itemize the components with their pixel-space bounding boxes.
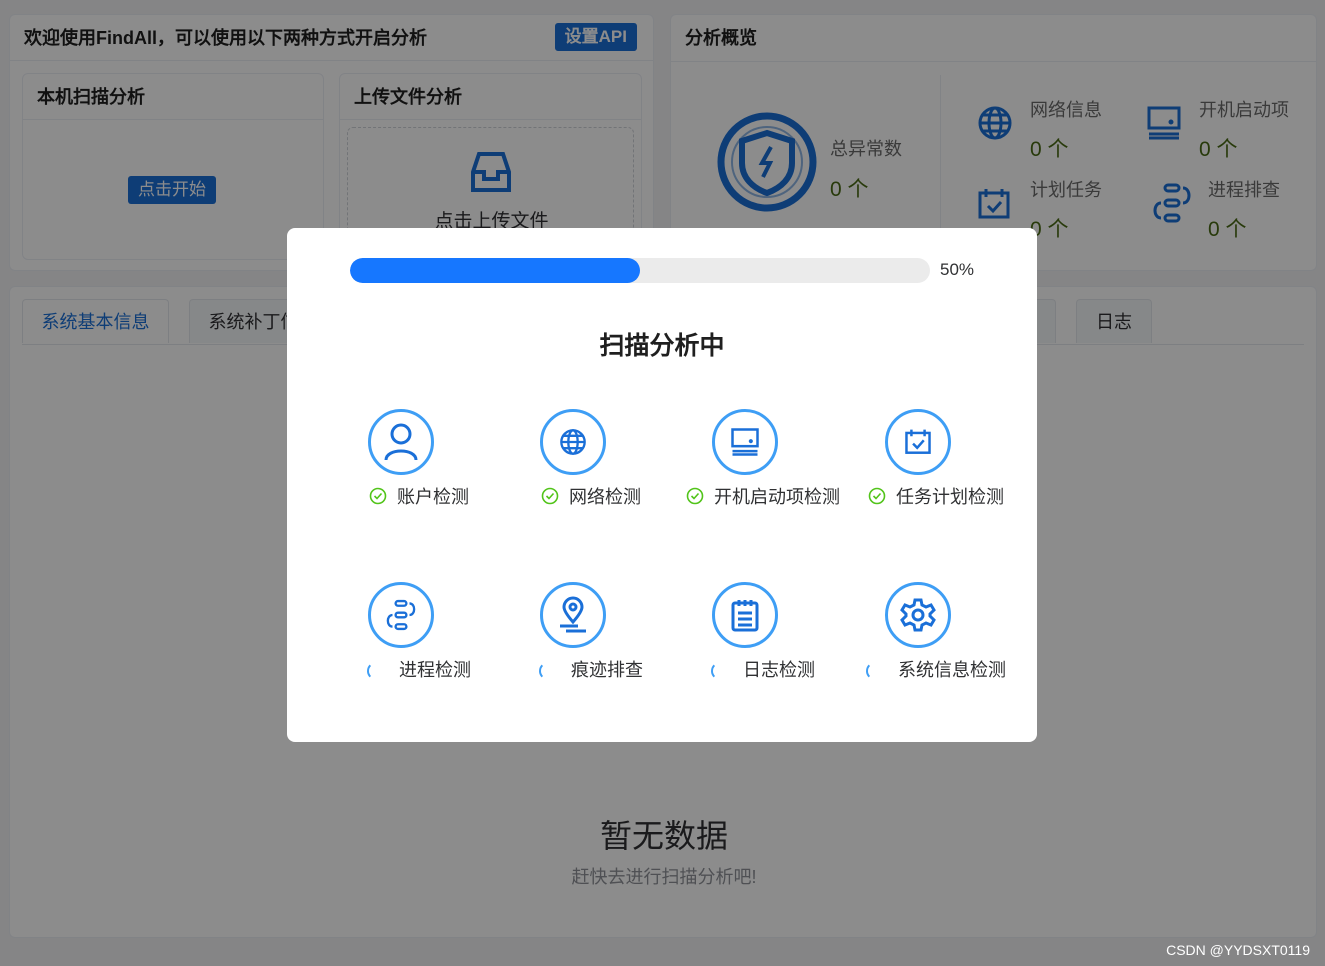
globe-icon [540, 409, 606, 475]
user-icon [368, 409, 434, 475]
check-item-log: 日志检测 [677, 582, 849, 692]
check-item-process: 进程检测 [333, 582, 505, 692]
check-item-network: 网络检测 [505, 409, 677, 519]
loading-spinner-icon [367, 662, 385, 681]
check-circle-icon [868, 487, 886, 510]
check-label-trace: 痕迹排查 [571, 660, 643, 680]
check-label-startup: 开机启动项检测 [714, 487, 840, 507]
modal-title: 扫描分析中 [599, 332, 725, 360]
check-item-startup: 开机启动项检测 [677, 409, 849, 519]
scan-progress-modal: 50% 扫描分析中 账户检测 网络检测 开机启动项检测 任务计划检测 进程检测 [287, 228, 1037, 742]
check-circle-icon [541, 487, 559, 510]
progress-percent: 50% [940, 260, 975, 279]
progress-bar-fill [350, 258, 640, 283]
check-label-network: 网络检测 [569, 487, 641, 507]
check-circle-icon [686, 487, 704, 510]
loading-spinner-icon [539, 662, 557, 681]
monitor-icon [712, 409, 778, 475]
gear-icon [885, 582, 951, 648]
check-circle-icon [369, 487, 387, 510]
calendar-check-icon [885, 409, 951, 475]
check-label-process: 进程检测 [399, 660, 471, 680]
location-pin-icon [540, 582, 606, 648]
check-item-task: 任务计划检测 [850, 409, 1022, 519]
check-item-account: 账户检测 [333, 409, 505, 519]
progress-bar [350, 258, 930, 283]
check-item-sysinfo: 系统信息检测 [850, 582, 1022, 692]
loading-spinner-icon [711, 662, 729, 681]
watermark: CSDN @YYDSXT0119 [1166, 942, 1310, 958]
process-icon [368, 582, 434, 648]
notepad-icon [712, 582, 778, 648]
check-item-trace: 痕迹排查 [505, 582, 677, 692]
check-label-task: 任务计划检测 [896, 487, 1004, 507]
loading-spinner-icon [866, 662, 884, 681]
check-label-sysinfo: 系统信息检测 [898, 660, 1006, 680]
check-label-account: 账户检测 [397, 487, 469, 507]
check-label-log: 日志检测 [743, 660, 815, 680]
